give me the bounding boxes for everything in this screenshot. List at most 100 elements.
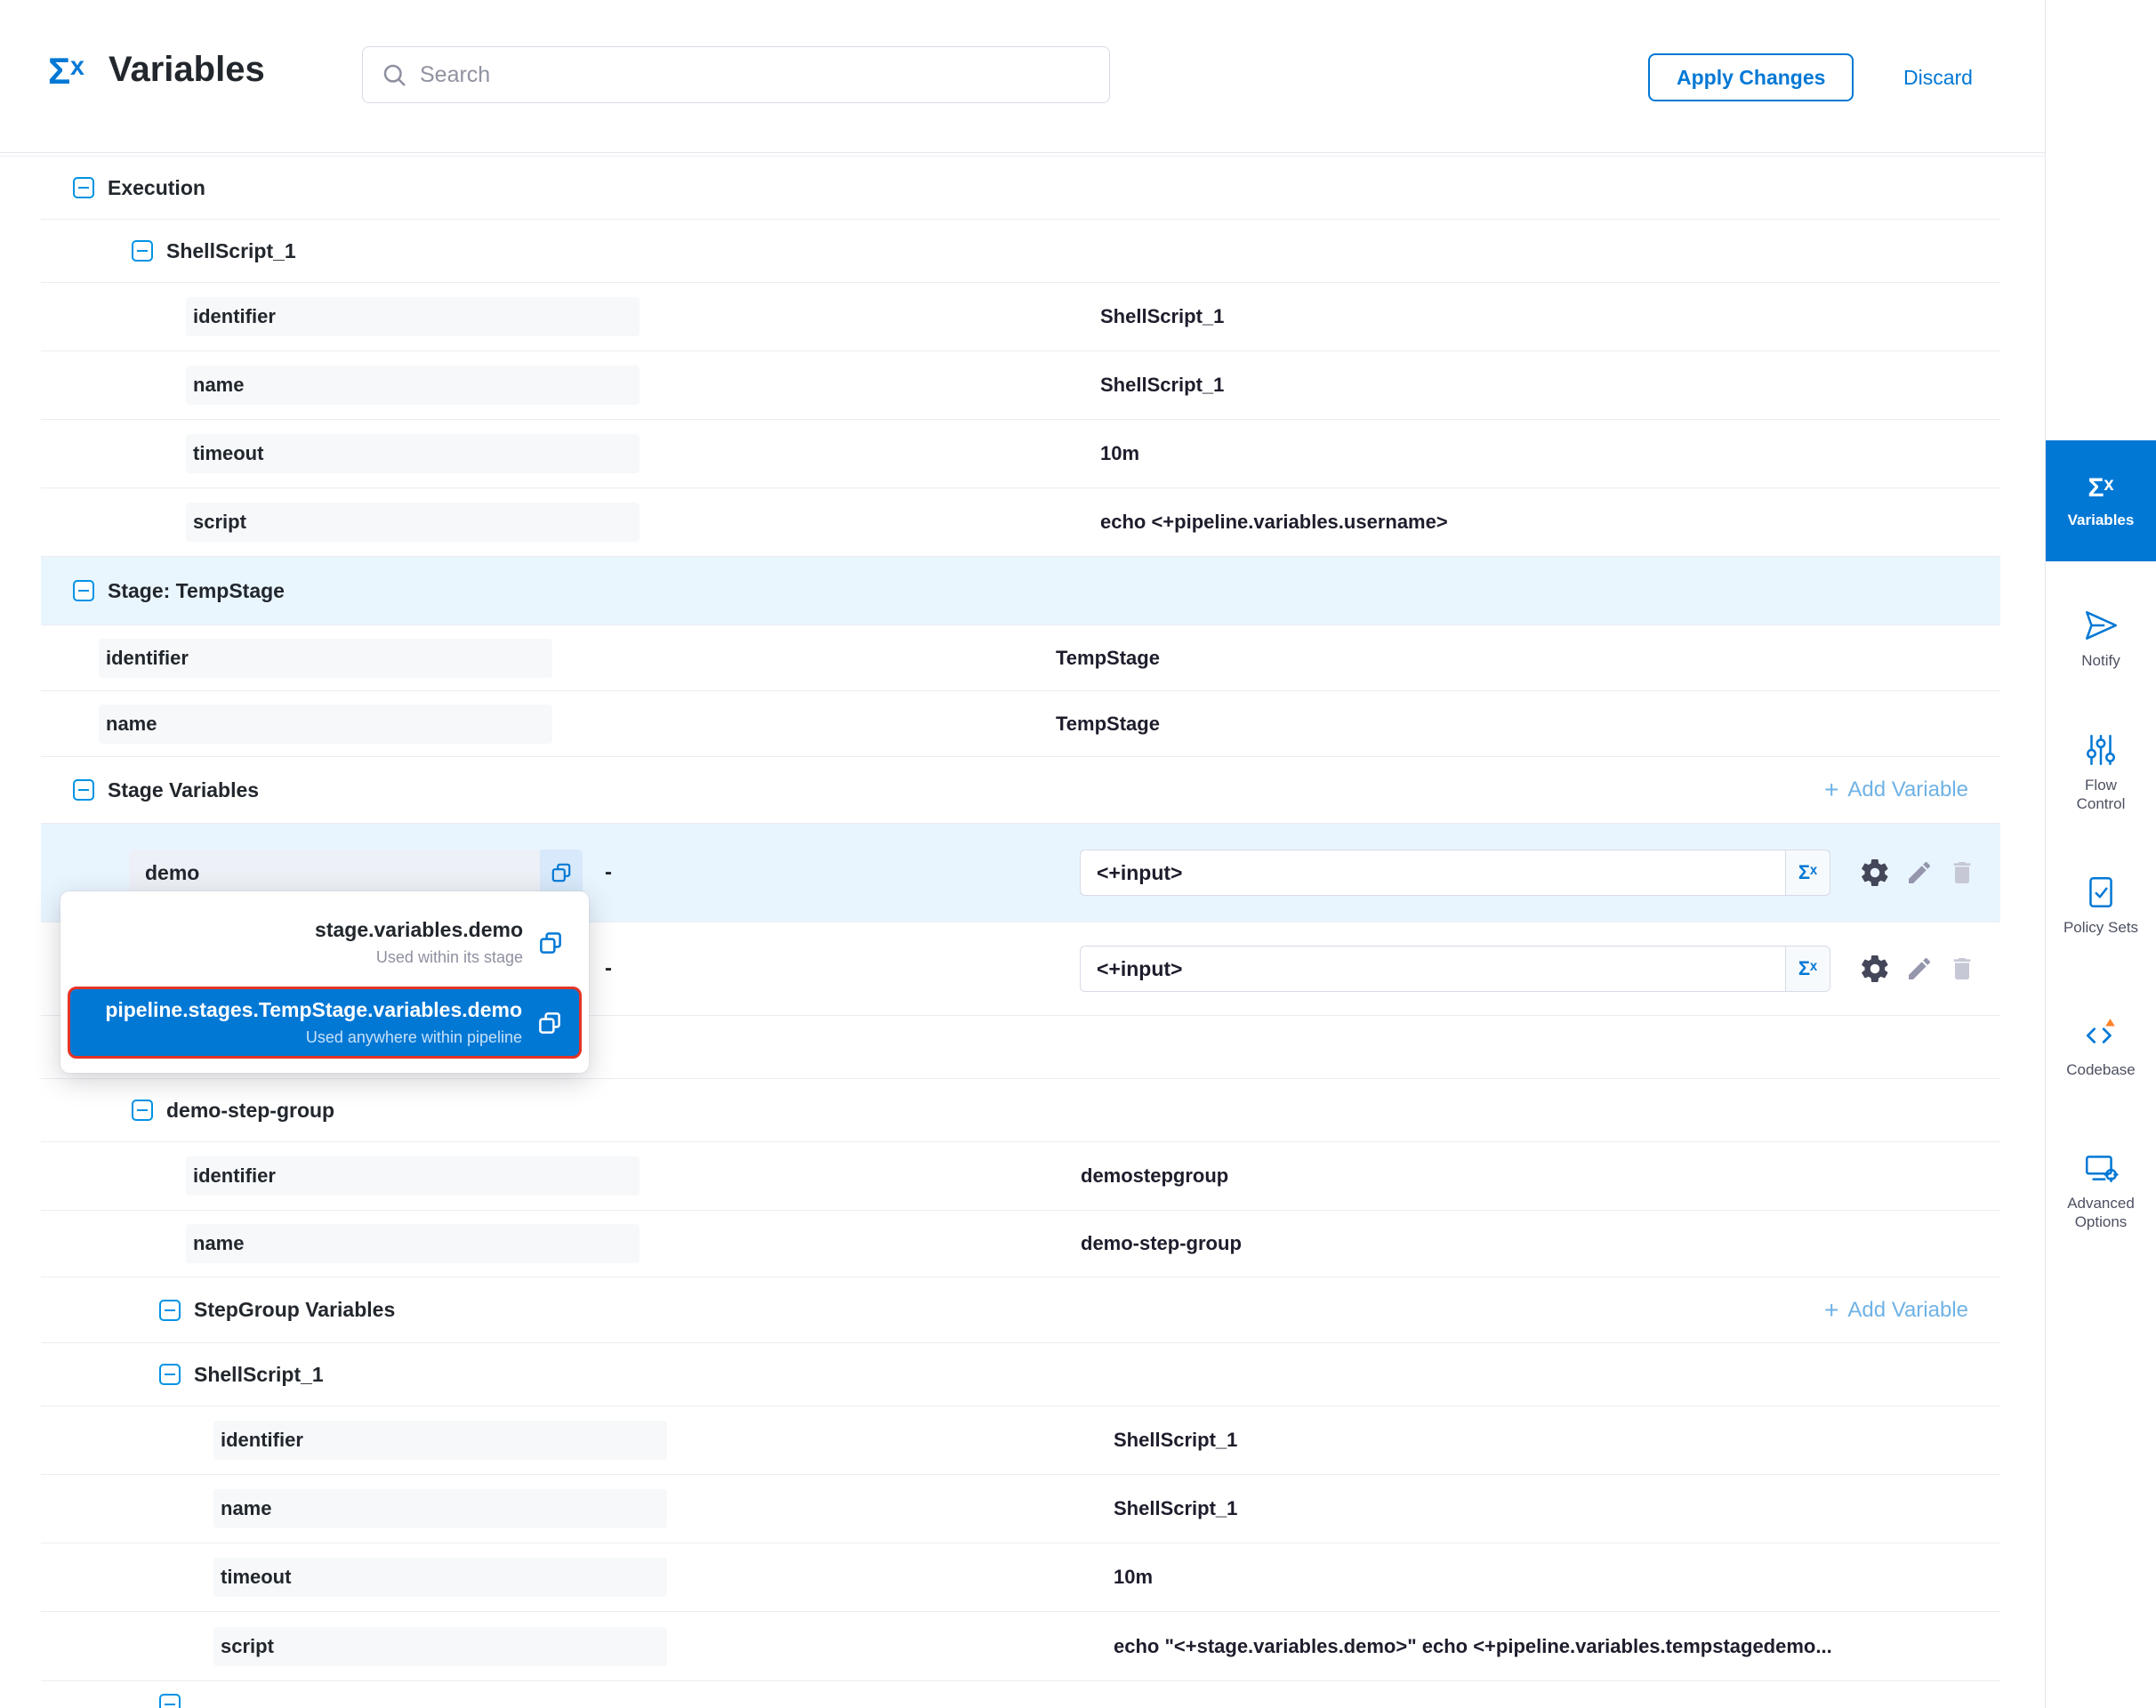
sidebar-item-label: Codebase (2060, 1060, 2142, 1079)
row-section-execution: Execution (41, 157, 2000, 220)
search-icon (381, 61, 407, 88)
sidebar-item-notify[interactable]: Notify (2046, 607, 2156, 670)
variable-name-value: demo (129, 861, 199, 885)
variable-required-dash: - (605, 956, 612, 981)
copy-icon[interactable] (536, 1010, 563, 1036)
kv-label: timeout (213, 1558, 667, 1597)
sidebar-item-label: Policy Sets (2060, 918, 2142, 937)
collapse-icon[interactable] (73, 779, 94, 801)
sidebar-item-label: Variables (2060, 511, 2142, 529)
kv-label: identifier (213, 1421, 667, 1460)
add-variable-label: Add Variable (1847, 1298, 1968, 1323)
variable-value-text: <+input> (1081, 957, 1183, 981)
kv-label: identifier (99, 639, 552, 678)
page-title: Variables (109, 50, 265, 90)
copy-button[interactable] (540, 850, 583, 896)
popup-entry-pipeline-scope-selected[interactable]: pipeline.stages.TempStage.variables.demo… (68, 987, 582, 1059)
row-section-stage-tempstage: Stage: TempStage (41, 557, 2000, 625)
row-kv-script: script echo <+pipeline.variables.usernam… (41, 488, 2000, 557)
add-variable-label: Add Variable (1847, 777, 1968, 802)
copy-icon (550, 861, 573, 884)
variable-name-input[interactable]: demo (129, 850, 583, 896)
row-partial-bottom (41, 1681, 2000, 1708)
kv-label: identifier (186, 297, 640, 336)
row-section-stage-variables: Stage Variables + Add Variable (41, 757, 2000, 824)
discard-button[interactable]: Discard (1903, 53, 1973, 101)
copy-icon[interactable] (537, 930, 564, 956)
popup-scope-text: Used within its stage (376, 948, 523, 967)
popup-path-text: stage.variables.demo (315, 918, 523, 942)
row-section-shellscript1: ShellScript_1 (41, 220, 2000, 283)
row-kv-stage-name: name TempStage (41, 691, 2000, 757)
kv-value: 10m (1114, 1566, 1153, 1589)
sidebar-item-flow-control[interactable]: Flow Control (2046, 731, 2156, 813)
row-kv-inner-timeout: timeout 10m (41, 1543, 2000, 1612)
edit-pencil-icon[interactable] (1905, 955, 1934, 983)
add-variable-button[interactable]: + Add Variable (1824, 777, 1968, 802)
row-kv-sg-name: name demo-step-group (41, 1211, 2000, 1277)
expression-toggle-icon[interactable]: Σˣ (1785, 850, 1830, 895)
kv-value: echo "<+stage.variables.demo>" echo <+pi… (1114, 1635, 1832, 1658)
variable-value-text: <+input> (1081, 861, 1183, 885)
settings-gear-icon[interactable] (1859, 857, 1891, 889)
expression-toggle-icon[interactable]: Σˣ (1785, 947, 1830, 991)
variables-sigma-icon: Σˣ (48, 50, 84, 93)
row-section-demo-step-group: demo-step-group (41, 1079, 2000, 1142)
popup-path-text: pipeline.stages.TempStage.variables.demo (105, 998, 522, 1022)
section-label: ShellScript_1 (194, 1363, 324, 1387)
variable-path-popup: stage.variables.demo Used within its sta… (60, 891, 589, 1073)
settings-gear-icon[interactable] (1859, 953, 1891, 985)
panel-header: Σˣ Variables Apply Changes Discard (0, 0, 2045, 153)
kv-value: ShellScript_1 (1114, 1429, 1237, 1452)
section-label: Stage Variables (108, 778, 259, 802)
policy-check-icon (2082, 874, 2120, 911)
sidebar-item-label: Advanced Options (2060, 1194, 2142, 1231)
popup-entry-texts: pipeline.stages.TempStage.variables.demo… (105, 998, 522, 1047)
kv-value: ShellScript_1 (1114, 1497, 1237, 1520)
right-sidebar: Σˣ Variables Notify Flow Control Policy … (2045, 0, 2156, 1708)
sidebar-item-policy-sets[interactable]: Policy Sets (2046, 874, 2156, 937)
collapse-icon[interactable] (132, 1100, 153, 1121)
kv-value: demo-step-group (1081, 1232, 1242, 1255)
kv-value: ShellScript_1 (1100, 374, 1224, 397)
kv-value: TempStage (1056, 647, 1160, 670)
kv-label: name (213, 1489, 667, 1528)
search-input[interactable] (420, 62, 1060, 88)
kv-value: 10m (1100, 442, 1139, 465)
variable-value-input[interactable]: <+input> Σˣ (1080, 946, 1830, 992)
kv-label: script (213, 1627, 667, 1666)
sliders-icon (2082, 731, 2120, 769)
add-variable-button[interactable]: + Add Variable (1824, 1298, 1968, 1323)
collapse-icon[interactable] (159, 1694, 181, 1708)
popup-scope-text: Used anywhere within pipeline (306, 1028, 522, 1047)
kv-value: echo <+pipeline.variables.username> (1100, 511, 1448, 534)
search-box[interactable] (362, 46, 1110, 103)
kv-value: demostepgroup (1081, 1164, 1228, 1188)
apply-changes-button[interactable]: Apply Changes (1648, 53, 1854, 101)
collapse-icon[interactable] (73, 177, 94, 198)
kv-value: TempStage (1056, 713, 1160, 736)
collapse-icon[interactable] (159, 1300, 181, 1321)
collapse-icon[interactable] (73, 580, 94, 601)
variable-value-input[interactable]: <+input> Σˣ (1080, 850, 1830, 896)
kv-label: name (186, 366, 640, 405)
section-label: ShellScript_1 (166, 239, 296, 263)
section-label: StepGroup Variables (194, 1298, 395, 1322)
sidebar-item-variables[interactable]: Σˣ Variables (2046, 440, 2156, 561)
delete-trash-icon[interactable] (1948, 858, 1976, 887)
kv-label: identifier (186, 1156, 640, 1196)
row-kv-inner-name: name ShellScript_1 (41, 1475, 2000, 1543)
edit-pencil-icon[interactable] (1905, 858, 1934, 887)
delete-trash-icon[interactable] (1948, 955, 1976, 983)
row-section-inner-shellscript1: ShellScript_1 (41, 1343, 2000, 1406)
sidebar-item-advanced-options[interactable]: Advanced Options (2046, 1149, 2156, 1231)
section-label: Execution (108, 176, 205, 200)
collapse-icon[interactable] (159, 1364, 181, 1385)
collapse-icon[interactable] (132, 240, 153, 262)
row-kv-identifier: identifier ShellScript_1 (41, 283, 2000, 351)
row-kv-name: name ShellScript_1 (41, 351, 2000, 420)
sidebar-item-label: Notify (2060, 651, 2142, 670)
row-kv-inner-identifier: identifier ShellScript_1 (41, 1406, 2000, 1475)
popup-entry-stage-scope[interactable]: stage.variables.demo Used within its sta… (60, 906, 589, 979)
sidebar-item-codebase[interactable]: Codebase (2046, 1016, 2156, 1079)
